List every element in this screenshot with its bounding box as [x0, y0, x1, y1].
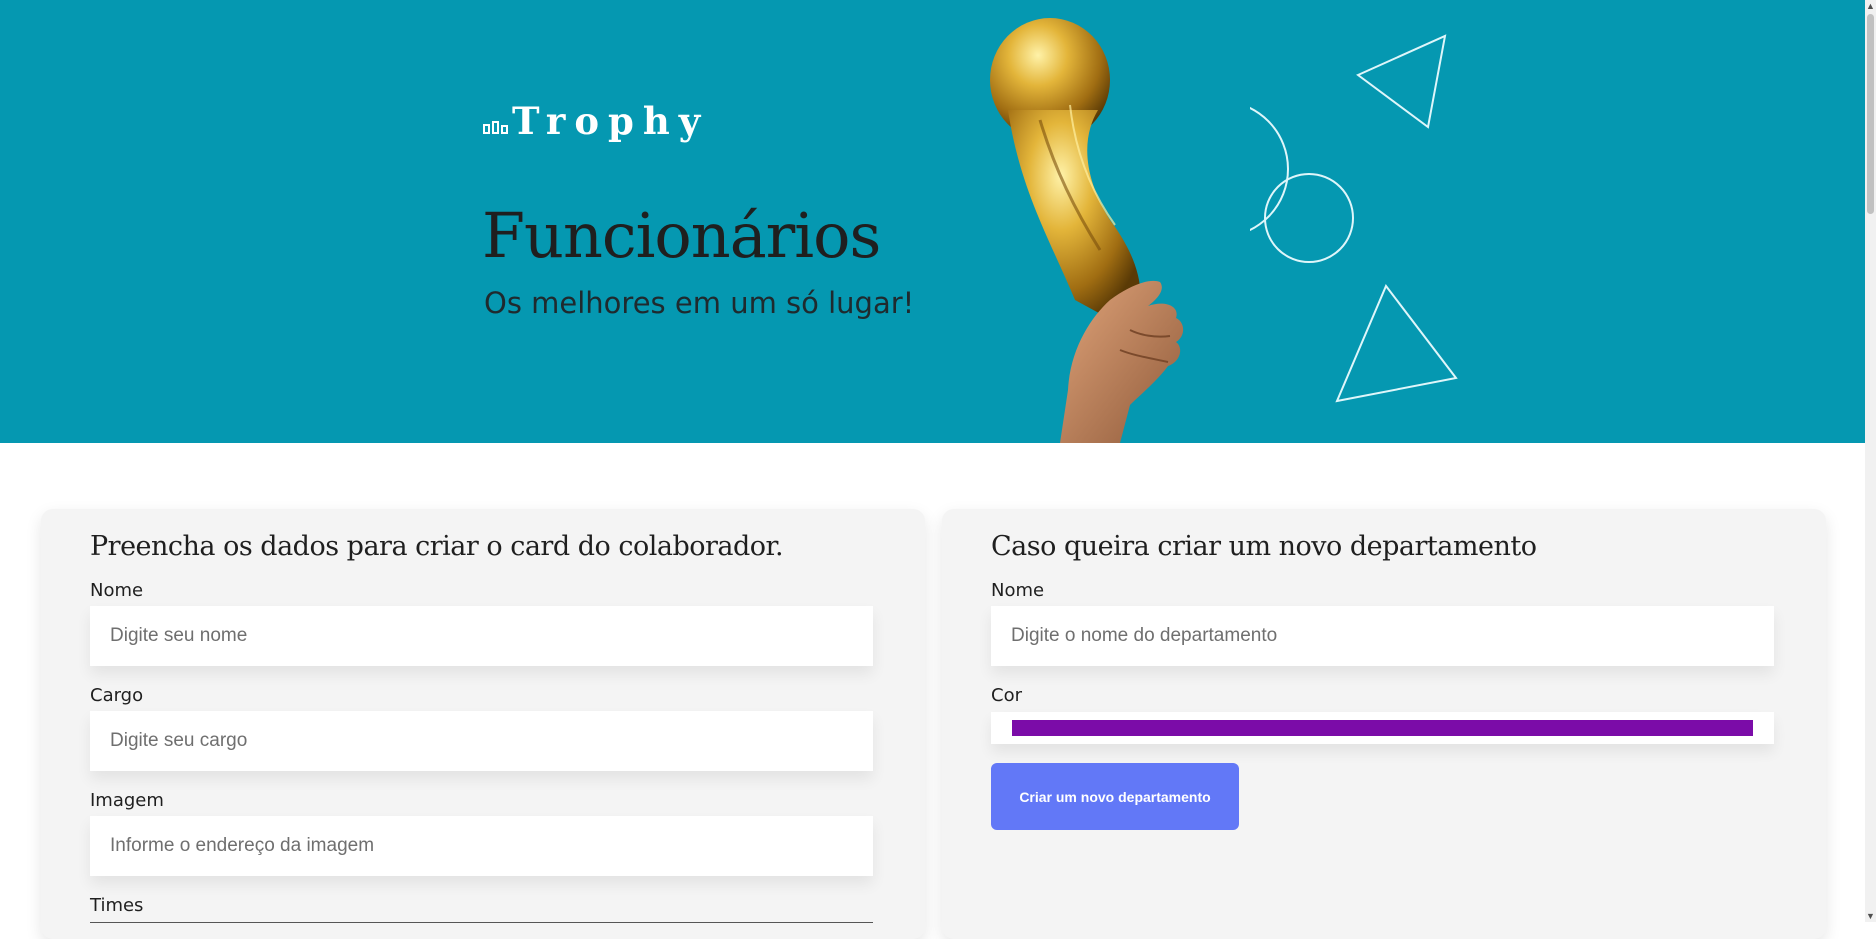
name-label: Nome: [90, 580, 144, 601]
page-scrollbar[interactable]: ▲ ▼: [1865, 0, 1876, 922]
page-subtitle: Os melhores em um só lugar!: [484, 286, 915, 320]
role-input[interactable]: [90, 711, 873, 771]
collaborator-form: Preencha os dados para criar o card do c…: [41, 509, 925, 939]
department-name-label: Nome: [991, 580, 1045, 601]
color-swatch: [1012, 720, 1753, 736]
bar-chart-icon: [483, 121, 508, 134]
color-picker[interactable]: [991, 712, 1774, 744]
logo-text: Trophy: [512, 99, 710, 143]
image-label: Imagem: [90, 790, 164, 811]
decorative-shapes: [1250, 34, 1458, 403]
name-input[interactable]: [90, 606, 873, 666]
teams-select[interactable]: [90, 922, 873, 923]
hero-banner: Trophy Funcionários Os melhores em um só…: [0, 0, 1865, 443]
image-url-input[interactable]: [90, 816, 873, 876]
trophy-image: [990, 18, 1184, 443]
chevron-up-icon[interactable]: ▲: [1865, 0, 1876, 12]
collaborator-form-heading: Preencha os dados para criar o card do c…: [90, 531, 784, 562]
color-label: Cor: [991, 685, 1022, 706]
department-name-input[interactable]: [991, 606, 1774, 666]
scrollbar-thumb[interactable]: [1867, 14, 1874, 214]
logo[interactable]: Trophy: [483, 103, 709, 140]
role-label: Cargo: [90, 685, 144, 706]
chevron-down-icon[interactable]: ▼: [1865, 910, 1876, 922]
department-form: Caso queira criar um novo departamento N…: [942, 509, 1826, 939]
teams-label: Times: [90, 895, 144, 916]
create-department-button[interactable]: Criar um novo departamento: [991, 763, 1239, 830]
page-title: Funcionários: [482, 199, 881, 272]
department-form-heading: Caso queira criar um novo departamento: [991, 531, 1537, 562]
